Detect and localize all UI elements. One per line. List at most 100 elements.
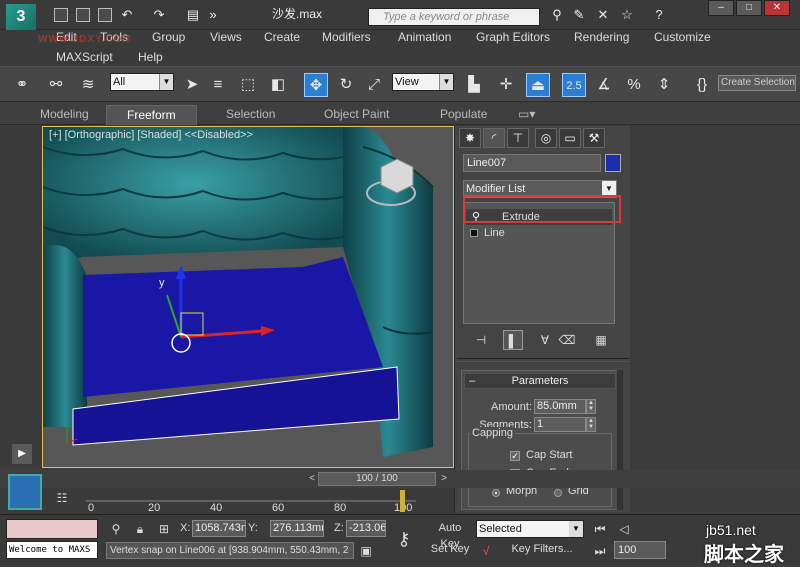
auto-key-button[interactable]: Auto Key <box>428 520 472 550</box>
spinner-snap-icon[interactable]: ⇕ <box>652 73 676 97</box>
configure-sets-icon[interactable]: ▦ <box>591 330 611 350</box>
morph-radio[interactable] <box>492 489 500 497</box>
keyboard-shortcut-override-icon[interactable]: ⏏ <box>526 73 550 97</box>
undo-icon[interactable]: ↶ <box>118 6 136 24</box>
segments-spinner-arrows-icon[interactable]: ▲ ▼ <box>586 417 596 432</box>
motion-panel-tab[interactable]: ◎ <box>535 128 557 148</box>
previous-frame-icon[interactable]: ◁ <box>616 521 632 537</box>
object-color-swatch[interactable] <box>605 154 621 172</box>
project-folder-icon[interactable]: ▤ <box>184 6 202 24</box>
tab-object-paint[interactable]: Object Paint <box>324 107 389 121</box>
rectangular-selection-icon[interactable]: ⬚ <box>236 73 260 97</box>
prev-frame-icon[interactable]: < <box>306 472 318 486</box>
maxscript-listener-output[interactable]: Welcome to MAXS <box>6 541 98 559</box>
viewport-layout-thumbnail[interactable] <box>8 474 42 510</box>
expand-box-icon[interactable] <box>470 229 478 237</box>
search-input[interactable]: Type a keyword or phrase <box>368 8 540 26</box>
next-frame-icon[interactable]: > <box>438 472 450 486</box>
menu-customize[interactable]: Customize <box>654 30 711 44</box>
tab-freeform[interactable]: Freeform <box>106 105 197 125</box>
open-file-icon[interactable] <box>76 8 90 22</box>
create-selection-set-field[interactable]: Create Selection <box>718 75 796 91</box>
lock-icon[interactable]: 🔒︎ <box>132 521 148 537</box>
cap-start-checkbox[interactable]: ✓ <box>510 451 520 461</box>
binoculars-icon[interactable]: ⚲ <box>548 6 566 24</box>
bind-spacewarp-icon[interactable]: ≋ <box>76 73 100 97</box>
isolate-selection-icon[interactable]: ▣ <box>358 543 374 559</box>
selection-lock-icon[interactable]: ⚲ <box>108 521 124 537</box>
subscription-icon[interactable]: ✎ <box>570 6 588 24</box>
unlink-icon[interactable]: ⚯ <box>44 73 68 97</box>
menu-maxscript[interactable]: MAXScript <box>56 50 113 64</box>
pin-stack-icon[interactable]: ⊣ <box>471 330 491 350</box>
menu-help[interactable]: Help <box>138 50 163 64</box>
select-and-scale-icon[interactable]: ⤢ <box>362 73 386 97</box>
set-key-icon[interactable]: ⚷ <box>388 529 420 549</box>
percent-snap-icon[interactable]: % <box>622 73 646 97</box>
tab-populate[interactable]: Populate <box>440 107 487 121</box>
go-to-start-icon[interactable]: ⏮ <box>592 521 608 537</box>
select-manipulate-icon[interactable]: ✛ <box>494 73 518 97</box>
rollout-header[interactable]: – Parameters <box>464 373 616 389</box>
edit-named-selection-icon[interactable]: {} <box>690 73 714 97</box>
display-panel-tab[interactable]: ▭ <box>559 128 581 148</box>
app-logo-icon[interactable]: 3 <box>6 4 36 30</box>
help-icon[interactable]: ? <box>650 6 668 24</box>
new-file-icon[interactable] <box>54 8 68 22</box>
hierarchy-panel-tab[interactable]: ⊤ <box>507 128 529 148</box>
menu-modifiers[interactable]: Modifiers <box>322 30 371 44</box>
tab-selection[interactable]: Selection <box>226 107 275 121</box>
pivot-center-icon[interactable]: ▙ <box>462 73 486 97</box>
menu-create[interactable]: Create <box>264 30 300 44</box>
menu-views[interactable]: Views <box>210 30 242 44</box>
viewport-label[interactable]: [+] [Orthographic] [Shaded] <<Disabled>> <box>49 129 253 141</box>
command-panel-scrollbar[interactable] <box>617 370 623 510</box>
save-file-icon[interactable] <box>98 8 112 22</box>
mini-curve-editor-icon[interactable]: ☷ <box>54 490 70 506</box>
amount-spinner-arrows-icon[interactable]: ▲ ▼ <box>586 399 596 414</box>
current-frame-marker[interactable] <box>400 490 405 512</box>
time-slider-thumb[interactable]: 100 / 100 <box>318 472 436 486</box>
collapse-icon[interactable]: – <box>469 374 475 388</box>
set-key-button[interactable]: Set Key <box>428 541 472 559</box>
select-and-move-icon[interactable]: ✥ <box>304 73 328 97</box>
maxscript-listener-input[interactable] <box>6 519 98 539</box>
menu-rendering[interactable]: Rendering <box>574 30 629 44</box>
modify-panel-tab[interactable]: ◜ <box>483 128 505 148</box>
amount-field[interactable]: 85.0mm <box>534 399 586 414</box>
stack-item-line[interactable]: Line <box>466 225 612 241</box>
menu-animation[interactable]: Animation <box>398 30 451 44</box>
grid-radio[interactable] <box>554 489 562 497</box>
tab-modeling[interactable]: Modeling <box>40 107 89 121</box>
time-slider[interactable]: < 100 / 100 > <box>0 470 800 488</box>
utilities-panel-tab[interactable]: ⚒ <box>583 128 605 148</box>
track-bar[interactable]: ☷ 0 20 40 60 80 100 <box>0 488 454 514</box>
minimize-button[interactable]: – <box>708 0 734 16</box>
close-button[interactable]: ✕ <box>764 0 790 16</box>
overflow-chevron-icon[interactable]: » <box>204 6 222 24</box>
make-unique-icon[interactable]: ∀ <box>535 330 555 350</box>
favorites-star-icon[interactable]: ☆ <box>618 6 636 24</box>
snaps-toggle-icon[interactable]: 2.5 <box>562 73 586 97</box>
link-icon[interactable]: ⚭ <box>10 73 34 97</box>
select-and-rotate-icon[interactable]: ↻ <box>334 73 358 97</box>
remove-modifier-icon[interactable]: ⌫ <box>557 330 577 350</box>
reference-coordinate-dropdown[interactable]: View ▼ <box>392 73 454 91</box>
redo-icon[interactable]: ↷ <box>150 6 168 24</box>
key-filters-button[interactable]: Key Filters... <box>504 541 580 559</box>
z-coord-field[interactable]: -213.06 <box>346 520 386 537</box>
angle-snap-icon[interactable]: ∡ <box>592 73 616 97</box>
select-by-name-icon[interactable]: ≡ <box>206 73 230 97</box>
play-icon[interactable]: ▶ <box>12 444 32 464</box>
orthographic-viewport[interactable]: [+] [Orthographic] [Shaded] <<Disabled>>… <box>42 126 454 468</box>
show-end-result-icon[interactable]: ▌ <box>503 330 523 350</box>
menu-graph-editors[interactable]: Graph Editors <box>476 30 550 44</box>
y-coord-field[interactable]: 276.113mr <box>270 520 324 537</box>
menu-group[interactable]: Group <box>152 30 185 44</box>
window-crossing-icon[interactable]: ◧ <box>266 73 290 97</box>
communication-icon[interactable]: ✕ <box>594 6 612 24</box>
absolute-mode-icon[interactable]: ⊞ <box>156 521 172 537</box>
object-name-field[interactable]: Line007 <box>463 154 601 172</box>
maximize-button[interactable]: □ <box>736 0 762 16</box>
selection-filter-dropdown[interactable]: All ▼ <box>110 73 174 91</box>
